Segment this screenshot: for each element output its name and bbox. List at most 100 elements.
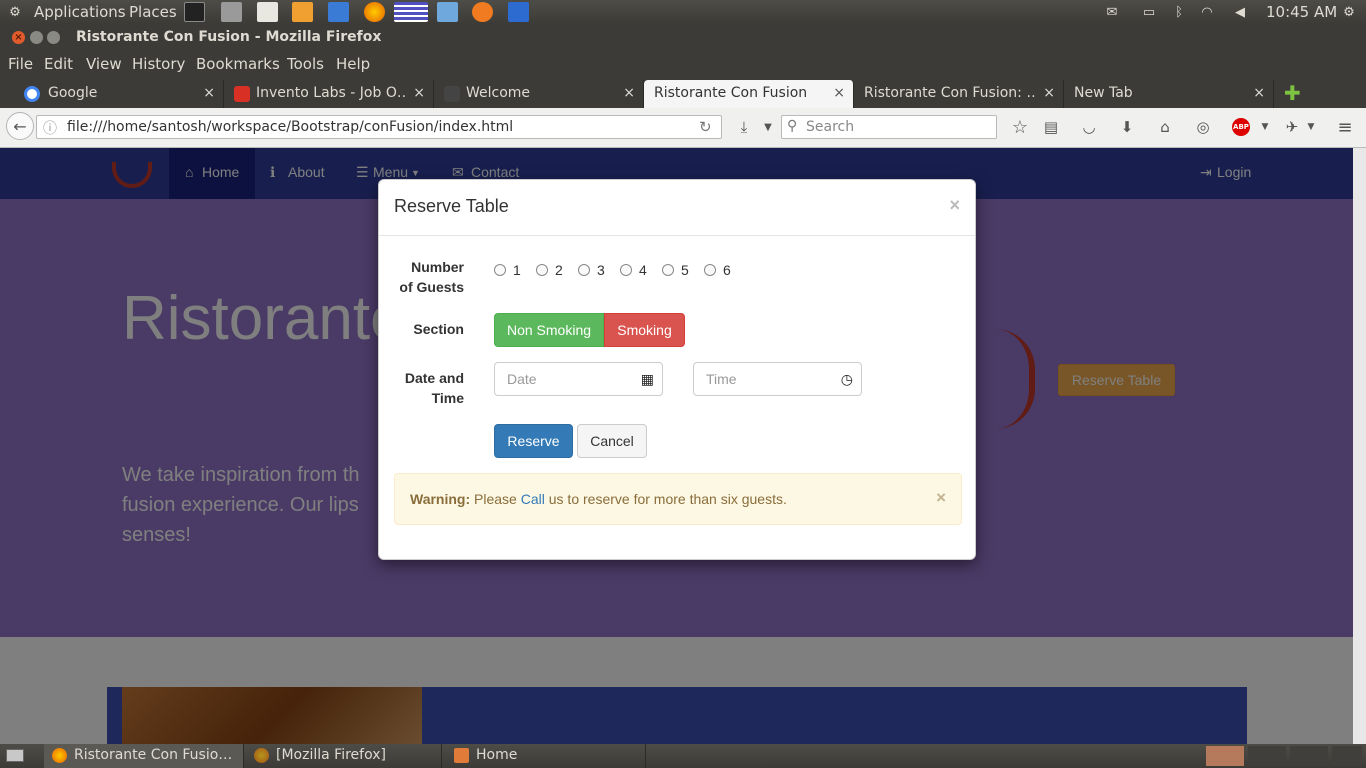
date-placeholder: Date [507,371,537,387]
tab-label: Invento Labs - Job O… [256,85,406,101]
guests-radio-2[interactable]: 2 [536,262,563,278]
reserve-button[interactable]: Reserve [494,424,573,458]
places-menu[interactable]: Places [129,3,177,21]
guests-radio-4[interactable]: 4 [620,262,647,278]
call-link[interactable]: Call [521,491,545,507]
close-tab-icon[interactable]: × [413,85,425,101]
tab-ristorante-2[interactable]: Ristorante Con Fusion: … × [854,80,1064,108]
menu-bookmarks[interactable]: Bookmarks [196,55,280,73]
guests-radio-1[interactable]: 1 [494,262,521,278]
url-bar[interactable]: ⓘ file:///home/santosh/workspace/Bootstr… [36,115,722,139]
pocket-icon[interactable]: ◡ [1080,118,1098,136]
firefox-icon [254,748,269,763]
search-input[interactable]: ⚲ Search [781,115,997,139]
terminal-icon[interactable] [184,2,205,22]
site-info-icon[interactable]: ⓘ [43,118,57,138]
modal-title: Reserve Table [394,196,509,216]
show-desktop-icon[interactable] [6,749,24,762]
cancel-button[interactable]: Cancel [577,424,647,458]
guests-radio-3[interactable]: 3 [578,262,605,278]
menu-tools[interactable]: Tools [287,55,324,73]
calculator-icon[interactable] [221,2,242,22]
taskbar-item-firefox[interactable]: Ristorante Con Fusio… [44,744,244,768]
virtualbox-icon[interactable] [437,2,458,22]
sublime-icon[interactable] [292,2,313,22]
clock[interactable]: 10:45 AM [1266,3,1337,21]
adblock-icon[interactable]: ABP [1232,118,1250,136]
time-input[interactable]: Time ◷ [693,362,862,396]
tab-invento[interactable]: Invento Labs - Job O… × [224,80,434,108]
minimize-window-icon[interactable] [30,31,43,44]
ubuntu-logo-icon[interactable]: ⚙ [6,4,24,20]
downloads-icon[interactable]: ⬇ [1118,118,1136,136]
firefox-launcher-icon[interactable] [364,2,385,22]
search-placeholder: Search [806,119,855,135]
taskbar-item-firefox-2[interactable]: [Mozilla Firefox] [246,744,442,768]
tab-new[interactable]: New Tab × [1064,80,1274,108]
extension-icon[interactable]: ✈ [1283,118,1301,136]
tab-google[interactable]: Google × [14,80,224,108]
monitor-icon[interactable] [328,2,349,22]
guests-radio-6[interactable]: 6 [704,262,731,278]
alert-close-icon[interactable]: × [936,488,946,508]
chevron-down-icon[interactable]: ▼ [1302,118,1320,136]
navigation-toolbar: ⓘ file:///home/santosh/workspace/Bootstr… [0,108,1366,148]
settings-gear-icon[interactable]: ⚙ [1340,4,1358,20]
battery-icon[interactable]: ▭ [1140,4,1158,20]
menu-edit[interactable]: Edit [44,55,73,73]
guests-radio-5[interactable]: 5 [662,262,689,278]
close-window-icon[interactable]: × [12,31,25,44]
close-tab-icon[interactable]: × [1043,85,1055,101]
tab-label: Welcome [466,85,531,101]
taskbar-label: [Mozilla Firefox] [276,747,386,763]
smoking-button[interactable]: Smoking [604,313,685,347]
close-tab-icon[interactable]: × [623,85,635,101]
chevron-down-icon[interactable]: ▼ [1256,118,1274,136]
reading-list-icon[interactable]: ▤ [1042,118,1060,136]
modal-close-icon[interactable]: × [949,195,960,216]
screenshot-icon[interactable] [508,2,529,22]
reload-icon[interactable]: ↻ [699,118,712,136]
download-arrow-icon[interactable]: ⤓ [735,118,753,136]
new-tab-plus-icon[interactable]: ✚ [1284,81,1301,105]
workspace-icon[interactable] [394,2,428,22]
workspace-switcher-3[interactable] [1290,746,1328,766]
volume-icon[interactable]: ◀ [1231,4,1249,20]
tab-ristorante-active[interactable]: Ristorante Con Fusion × [644,80,854,108]
folder-icon [454,748,469,763]
home-icon[interactable]: ⌂ [1156,118,1174,136]
datetime-label-line2: Time [431,390,464,406]
firefox-icon [52,748,67,763]
menu-file[interactable]: File [8,55,33,73]
bluetooth-icon[interactable]: ᛒ [1170,4,1188,20]
date-input[interactable]: Date ▦ [494,362,663,396]
back-button[interactable]: ← [6,112,34,140]
taskbar-label: Ristorante Con Fusio… [74,747,233,763]
page-favicon-icon [444,86,460,102]
workspace-switcher[interactable] [1206,746,1244,766]
menu-history[interactable]: History [132,55,185,73]
bookmark-star-icon[interactable]: ☆ [1011,117,1029,138]
mail-icon[interactable]: ✉ [1103,4,1121,20]
chevron-down-icon[interactable]: ▼ [759,118,777,136]
menu-help[interactable]: Help [336,55,370,73]
close-tab-icon[interactable]: × [833,85,845,101]
wifi-icon[interactable]: ◠ [1198,4,1216,20]
close-tab-icon[interactable]: × [203,85,215,101]
back-arrow-icon: ← [13,116,27,136]
text-editor-icon[interactable] [257,2,278,22]
workspace-switcher-2[interactable] [1248,746,1286,766]
close-tab-icon[interactable]: × [1253,85,1265,101]
page-scrollbar[interactable] [1353,148,1366,744]
workspace-switcher-4[interactable] [1332,746,1362,766]
warning-post: us to reserve for more than six guests. [548,491,787,507]
menu-view[interactable]: View [86,55,122,73]
chat-icon[interactable]: ◎ [1194,118,1212,136]
non-smoking-button[interactable]: Non Smoking [494,313,604,347]
hamburger-menu-icon[interactable]: ≡ [1336,117,1354,138]
tab-welcome[interactable]: Welcome × [434,80,644,108]
postman-icon[interactable] [472,2,493,22]
maximize-window-icon[interactable] [47,31,60,44]
applications-menu[interactable]: Applications [34,3,126,21]
taskbar-item-home[interactable]: Home [446,744,646,768]
